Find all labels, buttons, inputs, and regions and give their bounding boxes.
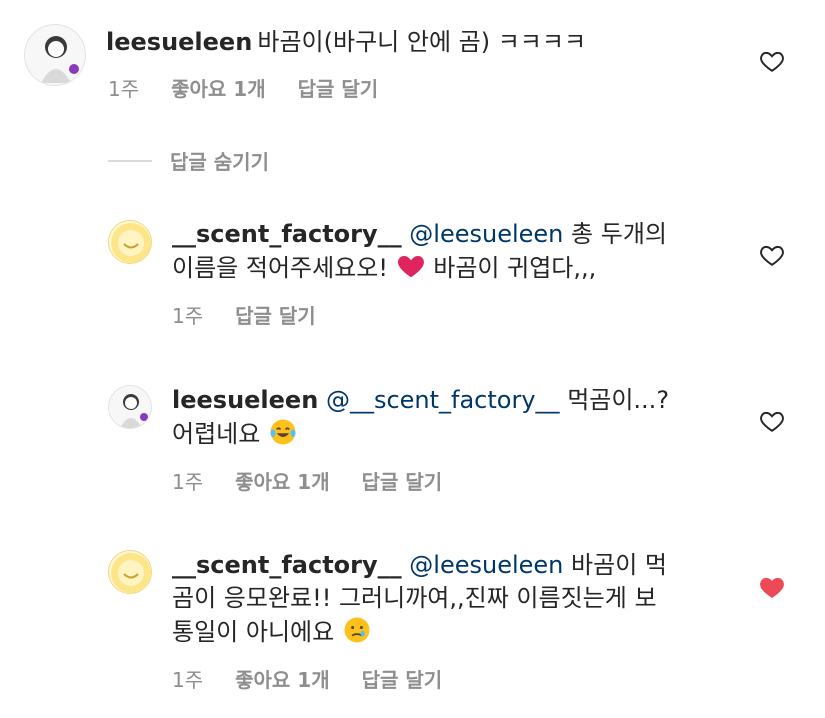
heart-filled-icon[interactable] — [759, 574, 785, 600]
mention-link[interactable]: @__scent_factory__ — [326, 386, 560, 414]
crying-face-emoji — [344, 617, 370, 643]
comment-meta: 1주 좋아요 1개 답글 달기 — [172, 466, 442, 495]
comment-text: 바곰이(바구니 안에 곰) ㅋㅋㅋㅋ — [257, 28, 587, 56]
likes-count[interactable]: 좋아요 1개 — [235, 664, 329, 693]
reply-button[interactable]: 답글 달기 — [235, 300, 316, 329]
avatar[interactable] — [108, 550, 152, 594]
heart-outline-icon[interactable] — [759, 408, 785, 434]
comment-username[interactable]: __scent_factory__ — [172, 220, 402, 248]
likes-count[interactable]: 좋아요 1개 — [171, 73, 265, 102]
brand-logo-icon — [111, 553, 151, 593]
reply-button[interactable]: 답글 달기 — [298, 73, 379, 102]
comment-text-line: 먹곰이...? — [567, 386, 670, 414]
comment-text-line: 바곰이 귀엽다,,, — [433, 254, 597, 282]
red-heart-emoji — [397, 256, 424, 278]
comment-text-line: 이름을 적어주세요오! — [172, 254, 388, 282]
comment-username[interactable]: leesueleen — [106, 28, 252, 56]
likes-count[interactable]: 좋아요 1개 — [235, 466, 329, 495]
divider-line — [108, 159, 152, 162]
comment-text-line: 총 두개의 — [571, 220, 667, 248]
mention-link[interactable]: @leesueleen — [409, 220, 563, 248]
avatar-illustration-icon — [120, 394, 148, 428]
comment-username[interactable]: leesueleen — [172, 386, 318, 414]
comment-text-line: 곰이 응모완료!! 그러니까여,,진짜 이름짓는게 보 — [172, 584, 657, 612]
avatar[interactable] — [108, 385, 152, 429]
comment-text-line: 어렵네요 — [172, 420, 261, 448]
mention-link[interactable]: @leesueleen — [409, 551, 563, 579]
hide-replies-toggle[interactable]: 답글 숨기기 — [108, 146, 269, 175]
comment-text-line: 통일이 아니에요 — [172, 618, 335, 646]
comment-time: 1주 — [172, 304, 204, 328]
avatar-illustration-icon — [41, 36, 79, 83]
avatar[interactable] — [24, 24, 86, 86]
comment-body: __scent_factory__ @leesueleen 총 두개의 이름을 … — [172, 218, 742, 285]
heart-outline-icon[interactable] — [759, 242, 785, 268]
hide-replies-label[interactable]: 답글 숨기기 — [170, 146, 269, 175]
comment-body: leesueleen 바곰이(바구니 안에 곰) ㅋㅋㅋㅋ — [106, 26, 586, 59]
tears-of-joy-emoji — [270, 419, 296, 445]
brand-logo-icon — [111, 223, 151, 263]
comment-meta: 1주 좋아요 1개 답글 달기 — [108, 73, 378, 102]
comment-meta: 1주 좋아요 1개 답글 달기 — [172, 664, 442, 693]
comment-username[interactable]: __scent_factory__ — [172, 551, 402, 579]
comment-meta: 1주 답글 달기 — [172, 300, 316, 329]
comment-time: 1주 — [172, 668, 204, 692]
avatar[interactable] — [108, 220, 152, 264]
comment-body: __scent_factory__ @leesueleen 바곰이 먹 곰이 응… — [172, 549, 742, 649]
heart-outline-icon[interactable] — [759, 48, 785, 74]
reply-button[interactable]: 답글 달기 — [362, 664, 443, 693]
comment-time: 1주 — [172, 470, 204, 494]
reply-button[interactable]: 답글 달기 — [362, 466, 443, 495]
comment-body: leesueleen @__scent_factory__ 먹곰이...? 어렵… — [172, 384, 742, 451]
comment-text-line: 바곰이 먹 — [571, 551, 667, 579]
comment-time: 1주 — [108, 77, 140, 101]
